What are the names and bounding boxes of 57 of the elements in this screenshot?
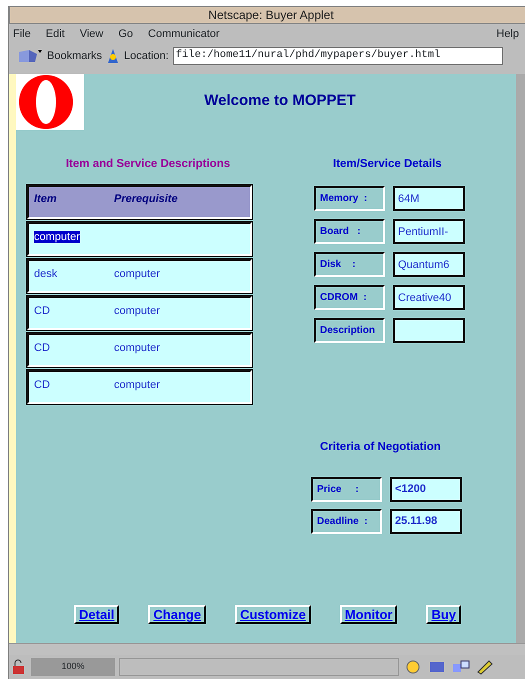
location-label: Location: (124, 48, 169, 64)
zoom-level: 100% (31, 658, 115, 676)
page-title: Welcome to MOPPET (204, 91, 356, 111)
action-button[interactable]: Buy (426, 605, 462, 624)
text-field[interactable] (393, 318, 465, 344)
table-row[interactable]: computer (27, 222, 252, 256)
action-button[interactable]: Detail (74, 605, 120, 624)
section-heading: Criteria of Negotiation (320, 440, 442, 456)
field-label: Description (314, 318, 385, 344)
table-row[interactable]: desk computer (27, 259, 252, 294)
lock-icon[interactable] (11, 659, 27, 675)
table-cell-text: computer (114, 341, 160, 356)
field-label: Memory : (314, 186, 385, 212)
menu-item[interactable]: File (13, 26, 31, 42)
table-cell-text: computer (114, 378, 160, 394)
table-row[interactable]: CD computer (27, 296, 252, 330)
chat-icon[interactable] (451, 659, 471, 675)
field-label: Disk : (314, 252, 385, 278)
action-button[interactable]: Monitor (340, 605, 398, 624)
bookmarks-label[interactable]: Bookmarks (47, 48, 102, 64)
field-label: CDROM : (314, 285, 385, 310)
field-label: Deadline : (311, 508, 382, 534)
menu-item[interactable]: Go (118, 26, 134, 42)
table-row[interactable]: CD computer (27, 333, 252, 368)
text-field[interactable]: Quantum6 (393, 252, 465, 278)
field-label: Board : (314, 219, 385, 244)
text-field[interactable]: 64M (393, 186, 465, 212)
table-cell-text: computer (114, 267, 160, 282)
pen-icon[interactable] (475, 659, 495, 675)
logo-icon (16, 74, 84, 130)
bookmarks-icon[interactable] (17, 48, 43, 64)
text-field[interactable]: PentiumII- (393, 219, 465, 244)
window-title: Netscape: Buyer Applet (9, 6, 525, 24)
field-label: Price : (311, 476, 382, 502)
text-field[interactable]: Creative40 (393, 285, 465, 310)
menu-item[interactable]: Communicator (148, 26, 220, 42)
table-cell: CD (34, 379, 50, 392)
text-field[interactable]: 25.11.98 (390, 508, 462, 534)
table-cell: desk (34, 268, 58, 280)
menu-item[interactable]: View (80, 26, 104, 42)
section-heading: Item and Service Descriptions (64, 157, 232, 172)
column-header: Item (34, 192, 58, 208)
table-row[interactable]: CD computer (27, 370, 252, 404)
location-field[interactable]: file:/home11/nural/phd/mypapers/buyer.html (172, 47, 503, 65)
section-heading: Item/Service Details (333, 157, 443, 172)
action-button[interactable]: Customize (235, 605, 311, 624)
location-icon (106, 48, 120, 64)
action-button[interactable]: Change (148, 605, 206, 624)
text-field[interactable]: <1200 (390, 476, 462, 502)
table-cell-text: computer (114, 304, 160, 320)
table-cell: CD (34, 342, 50, 354)
table-cell: computer (34, 231, 80, 244)
column-header: Prerequisite (114, 192, 178, 208)
menu-item[interactable]: Help (496, 26, 519, 42)
vertical-scrollbar[interactable] (516, 74, 525, 643)
table-cell: CD (34, 305, 50, 318)
menu-item[interactable]: Edit (46, 26, 65, 42)
